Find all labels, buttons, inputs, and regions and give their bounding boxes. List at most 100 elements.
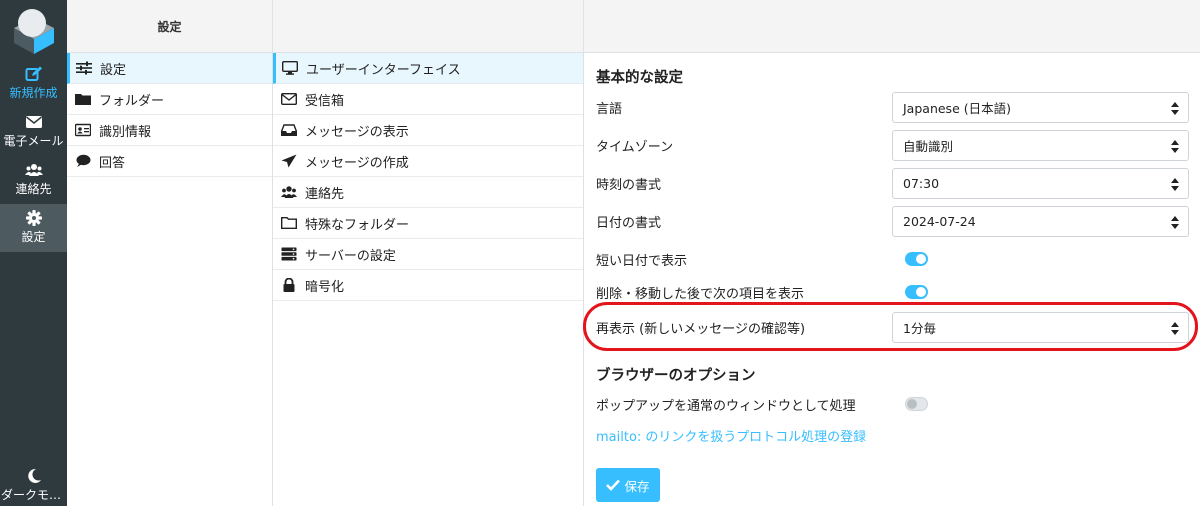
popup-row: ポップアップを通常のウィンドウとして処理: [596, 388, 1188, 420]
save-button[interactable]: 保存: [596, 468, 660, 502]
check-icon: [606, 479, 621, 491]
server-icon: [281, 247, 297, 261]
pref-label: 受信箱: [305, 93, 345, 109]
pref-item-mailbox-view[interactable]: 受信箱: [273, 84, 583, 115]
dark-mode-button[interactable]: ダークモー...: [0, 462, 67, 506]
sort-arrows-icon: [1171, 321, 1179, 335]
toggle-knob: [916, 287, 926, 297]
sort-arrows-icon: [1171, 215, 1179, 229]
compose-button[interactable]: 新規作成: [0, 60, 67, 108]
settings-sections-panel: 設定 設定 フォルダー 識別情報 回答: [67, 0, 273, 506]
app-logo[interactable]: [11, 6, 57, 54]
popup-label: ポップアップを通常のウィンドウとして処理: [596, 398, 856, 414]
timezone-select[interactable]: 自動識別: [892, 129, 1189, 161]
sort-arrows-icon: [1171, 139, 1179, 153]
panel-header: 設定: [67, 0, 272, 53]
language-select[interactable]: Japanese (日本語): [892, 91, 1189, 123]
section-label: フォルダー: [99, 93, 165, 109]
users-icon: [281, 186, 297, 198]
short-date-label: 短い日付で表示: [596, 253, 688, 269]
toggle-knob: [916, 254, 926, 264]
paper-plane-icon: [281, 154, 297, 168]
sort-arrows-icon: [1171, 177, 1179, 191]
time-format-row: 時刻の書式 07:30: [596, 167, 1189, 199]
pref-item-contacts[interactable]: 連絡先: [273, 177, 583, 208]
content-header: [584, 0, 1200, 53]
id-card-icon: [75, 123, 91, 137]
next-item-toggle[interactable]: [905, 285, 928, 299]
pref-label: ユーザーインターフェイス: [306, 62, 461, 78]
preference-sections-panel: ユーザーインターフェイス 受信箱 メッセージの表示 メッセージの作成 連絡先 特…: [273, 0, 584, 506]
section-item-identities[interactable]: 識別情報: [67, 115, 272, 146]
compose-icon: [25, 66, 42, 81]
main-navigation: 新規作成 電子メール 連絡先 設定 ダークモー...: [0, 0, 67, 506]
settings-button[interactable]: 設定: [0, 204, 67, 252]
timezone-row: タイムゾーン 自動識別: [596, 129, 1189, 161]
panel-title: 設定: [157, 19, 182, 34]
refresh-label: 再表示 (新しいメッセージの確認等): [596, 321, 806, 337]
date-format-row: 日付の書式 2024-07-24: [596, 205, 1189, 237]
date-format-value: 2024-07-24: [903, 213, 976, 229]
section-item-responses[interactable]: 回答: [67, 146, 272, 177]
section-item-folders[interactable]: フォルダー: [67, 84, 272, 115]
pref-item-user-interface[interactable]: ユーザーインターフェイス: [273, 53, 583, 84]
time-format-value: 07:30: [903, 175, 940, 191]
section-label: 識別情報: [99, 124, 152, 140]
pref-label: メッセージの作成: [305, 155, 409, 171]
pref-item-server-settings[interactable]: サーバーの設定: [273, 239, 583, 270]
mailto-register-link[interactable]: mailto: のリンクを扱うプロトコル処理の登録: [596, 426, 866, 445]
monitor-icon: [282, 61, 298, 75]
pref-label: 暗号化: [305, 279, 345, 295]
language-label: 言語: [596, 101, 623, 117]
date-format-label: 日付の書式: [596, 215, 662, 231]
pref-item-encryption[interactable]: 暗号化: [273, 270, 583, 301]
section-title-basic: 基本的な設定: [596, 70, 683, 86]
sort-arrows-icon: [1171, 101, 1179, 115]
time-format-label: 時刻の書式: [596, 177, 662, 193]
sliders-icon: [76, 61, 92, 75]
pref-item-message-display[interactable]: メッセージの表示: [273, 115, 583, 146]
next-item-row: 削除・移動した後で次の項目を表示: [596, 276, 1188, 308]
language-value: Japanese (日本語): [903, 100, 1011, 116]
mail-label: 電子メール: [3, 134, 64, 148]
pref-label: 連絡先: [305, 186, 345, 202]
contacts-label: 連絡先: [15, 182, 52, 196]
language-row: 言語 Japanese (日本語): [596, 91, 1189, 123]
users-icon: [24, 164, 43, 176]
refresh-select[interactable]: 1分毎: [892, 311, 1189, 343]
toggle-knob: [907, 399, 917, 409]
refresh-value: 1分毎: [903, 320, 936, 336]
pref-label: メッセージの表示: [305, 124, 409, 140]
settings-content-panel: 基本的な設定 言語 Japanese (日本語) タイムゾーン 自動識別 時刻の…: [584, 0, 1200, 506]
folder-outline-icon: [281, 217, 297, 229]
envelope-icon: [25, 116, 42, 128]
envelope-icon: [281, 93, 297, 105]
contacts-button[interactable]: 連絡先: [0, 156, 67, 204]
popup-toggle[interactable]: [905, 397, 928, 411]
pref-label: サーバーの設定: [305, 248, 396, 264]
save-label: 保存: [624, 478, 650, 494]
next-item-label: 削除・移動した後で次の項目を表示: [596, 286, 805, 302]
folder-icon: [75, 94, 91, 105]
timezone-value: 自動識別: [903, 138, 954, 154]
pref-item-special-folders[interactable]: 特殊なフォルダー: [273, 208, 583, 239]
timezone-label: タイムゾーン: [596, 139, 674, 155]
panel-header: [273, 0, 583, 53]
section-item-settings[interactable]: 設定: [67, 53, 272, 84]
date-format-select[interactable]: 2024-07-24: [892, 205, 1189, 237]
inbox-icon: [281, 124, 297, 136]
pref-item-message-compose[interactable]: メッセージの作成: [273, 146, 583, 177]
settings-label: 設定: [21, 230, 46, 244]
time-format-select[interactable]: 07:30: [892, 167, 1189, 199]
compose-label: 新規作成: [9, 86, 58, 100]
gear-icon: [25, 210, 42, 226]
mail-button[interactable]: 電子メール: [0, 108, 67, 156]
comment-icon: [76, 154, 91, 167]
short-date-row: 短い日付で表示: [596, 243, 1188, 275]
section-title-browser: ブラウザーのオプション: [596, 368, 756, 384]
lock-icon: [283, 278, 295, 292]
short-date-toggle[interactable]: [905, 252, 928, 266]
dark-mode-label: ダークモー...: [1, 488, 67, 502]
section-label: 回答: [99, 155, 126, 171]
moon-icon: [27, 468, 41, 483]
